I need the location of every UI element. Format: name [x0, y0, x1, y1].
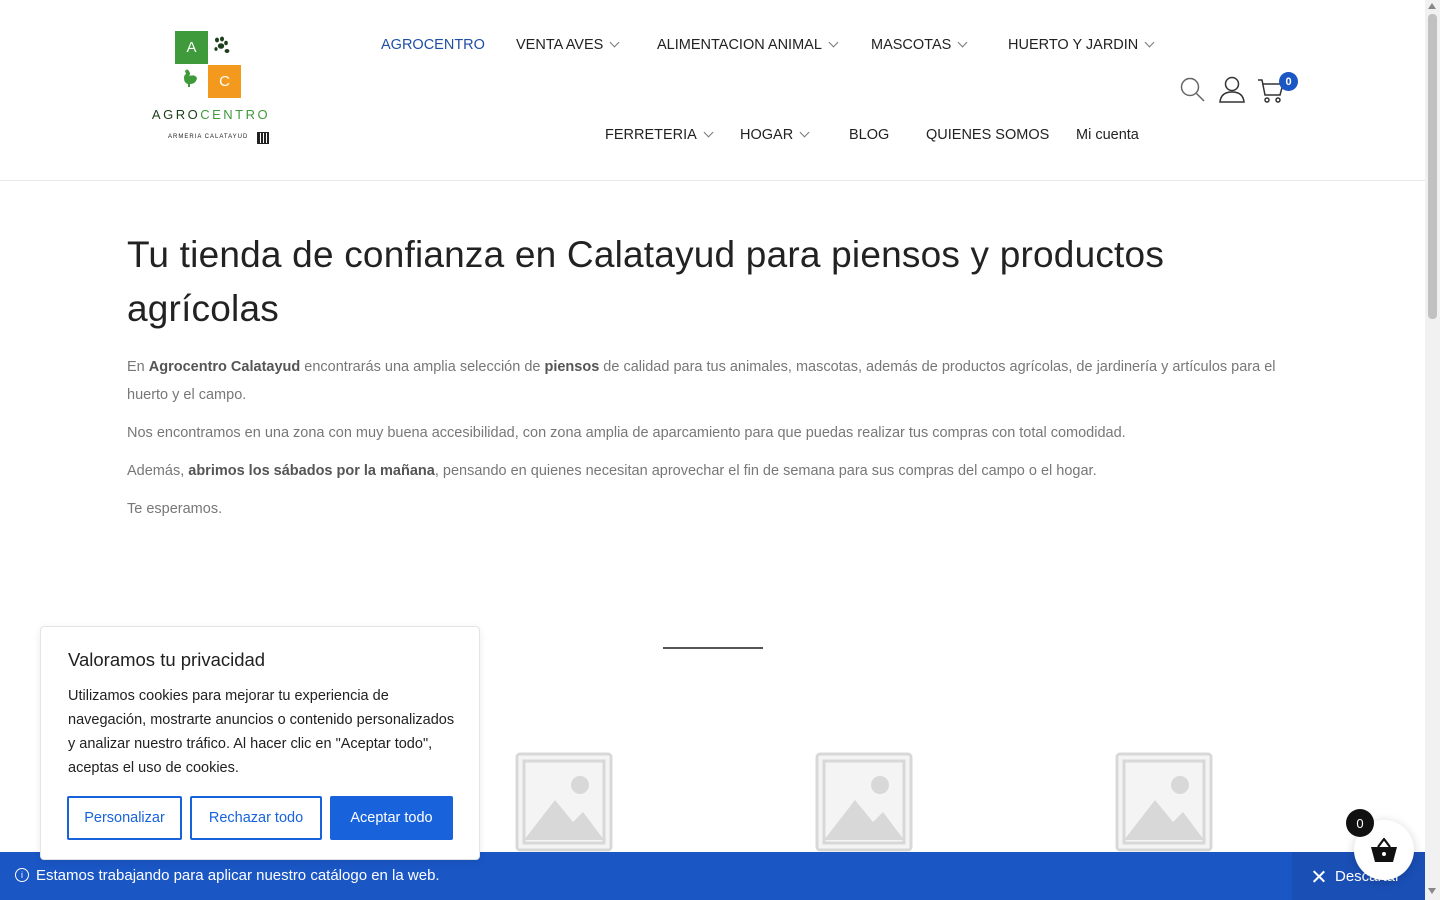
nav-label: HOGAR [740, 127, 794, 143]
product-image-placeholder[interactable] [1115, 752, 1213, 852]
page-scrollbar[interactable] [1425, 0, 1440, 900]
location-paragraph: Nos encontramos en una zona con muy buen… [127, 425, 1126, 441]
cookie-consent-banner: Valoramos tu privacidad Utilizamos cooki… [40, 626, 480, 860]
nav-label: Mi cuenta [1076, 127, 1139, 143]
cart-count-badge: 0 [1279, 72, 1298, 91]
site-logo[interactable]: A C AGROCENTRO ARMERIA CALATAYUD [146, 30, 276, 148]
bold-span: piensos [544, 359, 600, 375]
reject-cookies-button[interactable]: Rechazar todo [190, 796, 322, 840]
scrollbar-thumb[interactable] [1428, 14, 1437, 319]
scroll-up-arrow[interactable] [1428, 3, 1436, 9]
nav-label: VENTA AVES [516, 37, 604, 53]
nav-venta-aves[interactable]: VENTA AVES [516, 35, 620, 55]
logo-letter-c: C [208, 65, 241, 98]
nav-ferreteria[interactable]: FERRETERIA [605, 125, 714, 145]
chevron-down-icon [609, 37, 620, 48]
closing-paragraph: Te esperamos. [127, 501, 223, 517]
nav-agrocentro[interactable]: AGROCENTRO [381, 35, 485, 55]
close-icon [1312, 870, 1325, 883]
nav-huerto-jardin[interactable]: HUERTO Y JARDIN [1008, 35, 1155, 55]
text-span: En [127, 359, 149, 375]
search-icon[interactable] [1179, 76, 1209, 106]
site-header: A C AGROCENTRO ARMERIA CALATAYUD AGROCEN… [0, 0, 1425, 181]
paw-icon [212, 36, 232, 58]
chevron-down-icon [828, 37, 839, 48]
customize-cookies-button[interactable]: Personalizar [67, 796, 182, 840]
info-icon: i [15, 868, 29, 882]
page-title: Tu tienda de confianza en Calatayud para… [127, 234, 1165, 329]
nav-mascotas[interactable]: MASCOTAS [871, 35, 968, 55]
product-image-placeholder[interactable] [815, 752, 913, 852]
chevron-down-icon [799, 127, 810, 138]
text-span: Además, [127, 463, 189, 479]
logo-brand: AGROCENTRO [146, 107, 276, 122]
section-divider [663, 647, 763, 649]
accept-cookies-button[interactable]: Aceptar todo [330, 796, 453, 840]
bold-span: Agrocentro Calatayud [148, 359, 301, 375]
scroll-down-arrow[interactable] [1428, 888, 1436, 894]
nav-alimentacion-animal[interactable]: ALIMENTACION ANIMAL [657, 35, 839, 55]
nav-blog[interactable]: BLOG [849, 125, 889, 145]
basket-icon [1371, 837, 1397, 862]
nav-label: BLOG [849, 127, 890, 143]
nav-label: HUERTO Y JARDIN [1008, 37, 1139, 53]
hen-icon [181, 68, 199, 93]
nav-hogar[interactable]: HOGAR [740, 125, 810, 145]
hours-paragraph: Además, abrimos los sábados por la mañan… [127, 457, 1277, 485]
mini-cart-count: 0 [1346, 809, 1374, 837]
cookie-text: Utilizamos cookies para mejorar tu exper… [68, 688, 455, 776]
nav-label: MASCOTAS [871, 37, 952, 53]
nav-quienes-somos[interactable]: QUIENES SOMOS [926, 125, 1049, 145]
logo-brand-centro: CENTRO [200, 107, 271, 122]
logo-letter-a: A [175, 31, 208, 64]
qr-icon [257, 132, 269, 144]
nav-label: AGROCENTRO [381, 37, 485, 53]
nav-mi-cuenta[interactable]: Mi cuenta [1076, 125, 1139, 145]
bold-span: abrimos los sábados por la mañana [188, 463, 435, 479]
chevron-down-icon [703, 127, 714, 138]
logo-brand-agro: AGRO [151, 107, 201, 122]
store-notice-message: Estamos trabajando para aplicar nuestro … [36, 867, 440, 884]
nav-label: ALIMENTACION ANIMAL [657, 37, 822, 53]
logo-subtitle: ARMERIA CALATAYUD [168, 134, 249, 140]
text-span: , pensando en quienes necesitan aprovech… [434, 463, 1097, 479]
chevron-down-icon [1144, 37, 1155, 48]
product-image-placeholder[interactable] [515, 752, 613, 852]
nav-label: QUIENES SOMOS [926, 127, 1050, 143]
intro-paragraph: En Agrocentro Calatayud encontrarás una … [127, 353, 1277, 409]
cookie-title: Valoramos tu privacidad [68, 649, 266, 670]
user-icon[interactable] [1218, 75, 1248, 105]
text-span: encontrarás una amplia selección de [300, 359, 545, 375]
chevron-down-icon [957, 37, 968, 48]
nav-label: FERRETERIA [605, 127, 697, 143]
